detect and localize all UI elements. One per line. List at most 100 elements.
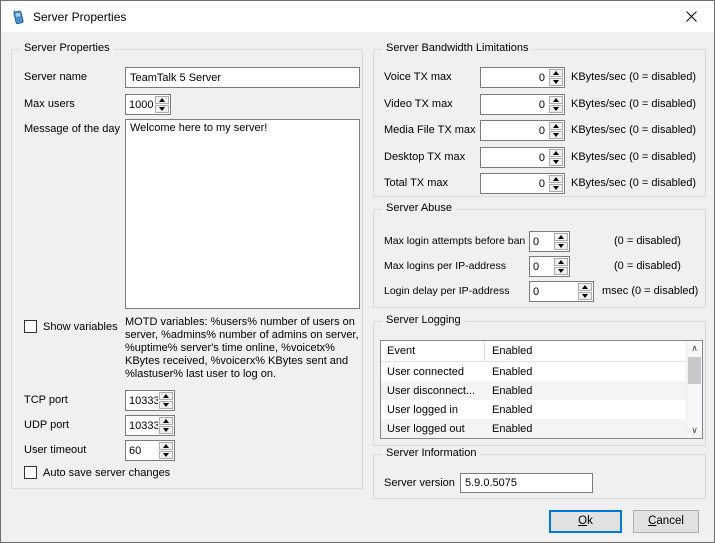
auto-save-label: Auto save server changes: [43, 467, 170, 479]
motd-textarea[interactable]: Welcome here to my server!: [125, 119, 360, 309]
bandwidth-group-title: Server Bandwidth Limitations: [382, 42, 532, 54]
spin-up-button[interactable]: [578, 283, 592, 291]
tcp-port-value[interactable]: 10333: [126, 391, 158, 410]
max-users-spin-buttons: [155, 96, 169, 113]
logging-group: Server Logging Event Enabled User connec…: [373, 321, 706, 446]
spin-down-button[interactable]: [554, 267, 568, 275]
tcp-port-spin-buttons: [159, 392, 173, 409]
event-cell: User logged in: [381, 404, 485, 416]
max-users-label: Max users: [24, 98, 75, 110]
spin-up-button[interactable]: [159, 417, 173, 425]
table-row[interactable]: User logged out Enabled: [381, 419, 702, 438]
spin-down-button[interactable]: [159, 426, 173, 434]
max-logins-ip-label: Max logins per IP-address: [384, 260, 506, 272]
server-version-input[interactable]: [460, 473, 593, 493]
info-group: Server Information Server version: [373, 454, 706, 499]
spin-up-button[interactable]: [554, 258, 568, 266]
server-name-input[interactable]: [125, 67, 360, 88]
desktop-tx-value[interactable]: 0: [481, 148, 548, 167]
spin-down-icon: [553, 160, 559, 164]
udp-port-value[interactable]: 10333: [126, 416, 158, 435]
voice-tx-spinbox: 0: [480, 67, 565, 88]
total-tx-label: Total TX max: [384, 177, 448, 189]
max-logins-ip-spinbox: 0: [529, 256, 570, 277]
desktop-tx-spin-buttons: [549, 149, 563, 166]
login-delay-value[interactable]: 0: [530, 282, 577, 301]
logging-group-title: Server Logging: [382, 314, 465, 326]
voice-tx-value[interactable]: 0: [481, 68, 548, 87]
mediafile-tx-spin-buttons: [549, 122, 563, 139]
spin-up-button[interactable]: [549, 122, 563, 130]
video-tx-value[interactable]: 0: [481, 95, 548, 114]
enabled-cell: Enabled: [485, 404, 702, 416]
server-properties-dialog: Server Properties Server Properties Serv…: [0, 0, 715, 543]
spin-up-button[interactable]: [549, 96, 563, 104]
spin-down-button[interactable]: [155, 105, 169, 113]
ok-button[interactable]: Ok: [549, 510, 622, 533]
auto-save-checkbox[interactable]: [24, 466, 37, 479]
table-row[interactable]: User disconnect... Enabled: [381, 381, 702, 400]
max-login-attempts-label: Max login attempts before ban: [384, 235, 525, 247]
vertical-scrollbar[interactable]: ∧ ∨: [686, 341, 702, 438]
desktop-tx-suffix: KBytes/sec (0 = disabled): [571, 151, 696, 163]
mediafile-tx-suffix: KBytes/sec (0 = disabled): [571, 124, 696, 136]
spin-down-button[interactable]: [554, 242, 568, 250]
table-row[interactable]: User connected Enabled: [381, 362, 702, 381]
window-title: Server Properties: [33, 10, 126, 24]
spin-down-button[interactable]: [549, 131, 563, 139]
user-timeout-value[interactable]: 60: [126, 441, 158, 460]
spin-down-button[interactable]: [578, 292, 592, 300]
max-login-attempts-spin-buttons: [554, 233, 568, 250]
voice-tx-spin-buttons: [549, 69, 563, 86]
spin-down-icon: [163, 453, 169, 457]
spin-down-button[interactable]: [159, 451, 173, 459]
motd-variables-help-text: MOTD variables: %users% number of users …: [125, 316, 364, 381]
spin-down-icon: [558, 269, 564, 273]
total-tx-value[interactable]: 0: [481, 174, 548, 193]
titlebar: Server Properties: [1, 1, 714, 32]
column-header-event[interactable]: Event: [381, 341, 485, 361]
user-timeout-label: User timeout: [24, 444, 86, 456]
spin-down-button[interactable]: [549, 184, 563, 192]
udp-port-label: UDP port: [24, 419, 69, 431]
total-tx-spinbox: 0: [480, 173, 565, 194]
spin-up-button[interactable]: [549, 175, 563, 183]
total-tx-suffix: KBytes/sec (0 = disabled): [571, 177, 696, 189]
show-variables-label: Show variables: [43, 321, 118, 333]
spin-down-button[interactable]: [549, 78, 563, 86]
spin-down-button[interactable]: [549, 158, 563, 166]
spin-up-icon: [159, 98, 165, 102]
spin-down-icon: [159, 107, 165, 111]
bandwidth-group: Server Bandwidth Limitations Voice TX ma…: [373, 49, 706, 197]
show-variables-checkbox[interactable]: [24, 320, 37, 333]
cancel-button[interactable]: Cancel: [633, 510, 699, 533]
abuse-group: Server Abuse Max login attempts before b…: [373, 209, 706, 308]
spin-up-button[interactable]: [549, 69, 563, 77]
max-users-value[interactable]: 1000: [126, 95, 154, 114]
spin-down-icon: [558, 244, 564, 248]
mediafile-tx-value[interactable]: 0: [481, 121, 548, 140]
spin-up-button[interactable]: [159, 442, 173, 450]
spin-up-button[interactable]: [159, 392, 173, 400]
scroll-up-icon[interactable]: ∧: [687, 341, 702, 356]
server-name-label: Server name: [24, 71, 87, 83]
spin-up-icon: [553, 177, 559, 181]
video-tx-spinbox: 0: [480, 94, 565, 115]
spin-down-button[interactable]: [549, 105, 563, 113]
scroll-down-icon[interactable]: ∨: [687, 423, 702, 438]
spin-up-button[interactable]: [549, 149, 563, 157]
spin-up-icon: [163, 394, 169, 398]
table-row[interactable]: User logged in Enabled: [381, 400, 702, 419]
max-logins-ip-value[interactable]: 0: [530, 257, 553, 276]
udp-port-spinbox: 10333: [125, 415, 175, 436]
spin-down-button[interactable]: [159, 401, 173, 409]
scrollbar-thumb[interactable]: [688, 357, 701, 384]
max-login-attempts-value[interactable]: 0: [530, 232, 553, 251]
column-header-enabled[interactable]: Enabled: [485, 345, 702, 357]
close-button[interactable]: [669, 1, 714, 32]
spin-up-button[interactable]: [155, 96, 169, 104]
spin-up-icon: [558, 235, 564, 239]
spin-up-button[interactable]: [554, 233, 568, 241]
voice-tx-suffix: KBytes/sec (0 = disabled): [571, 71, 696, 83]
spin-up-icon: [558, 260, 564, 264]
